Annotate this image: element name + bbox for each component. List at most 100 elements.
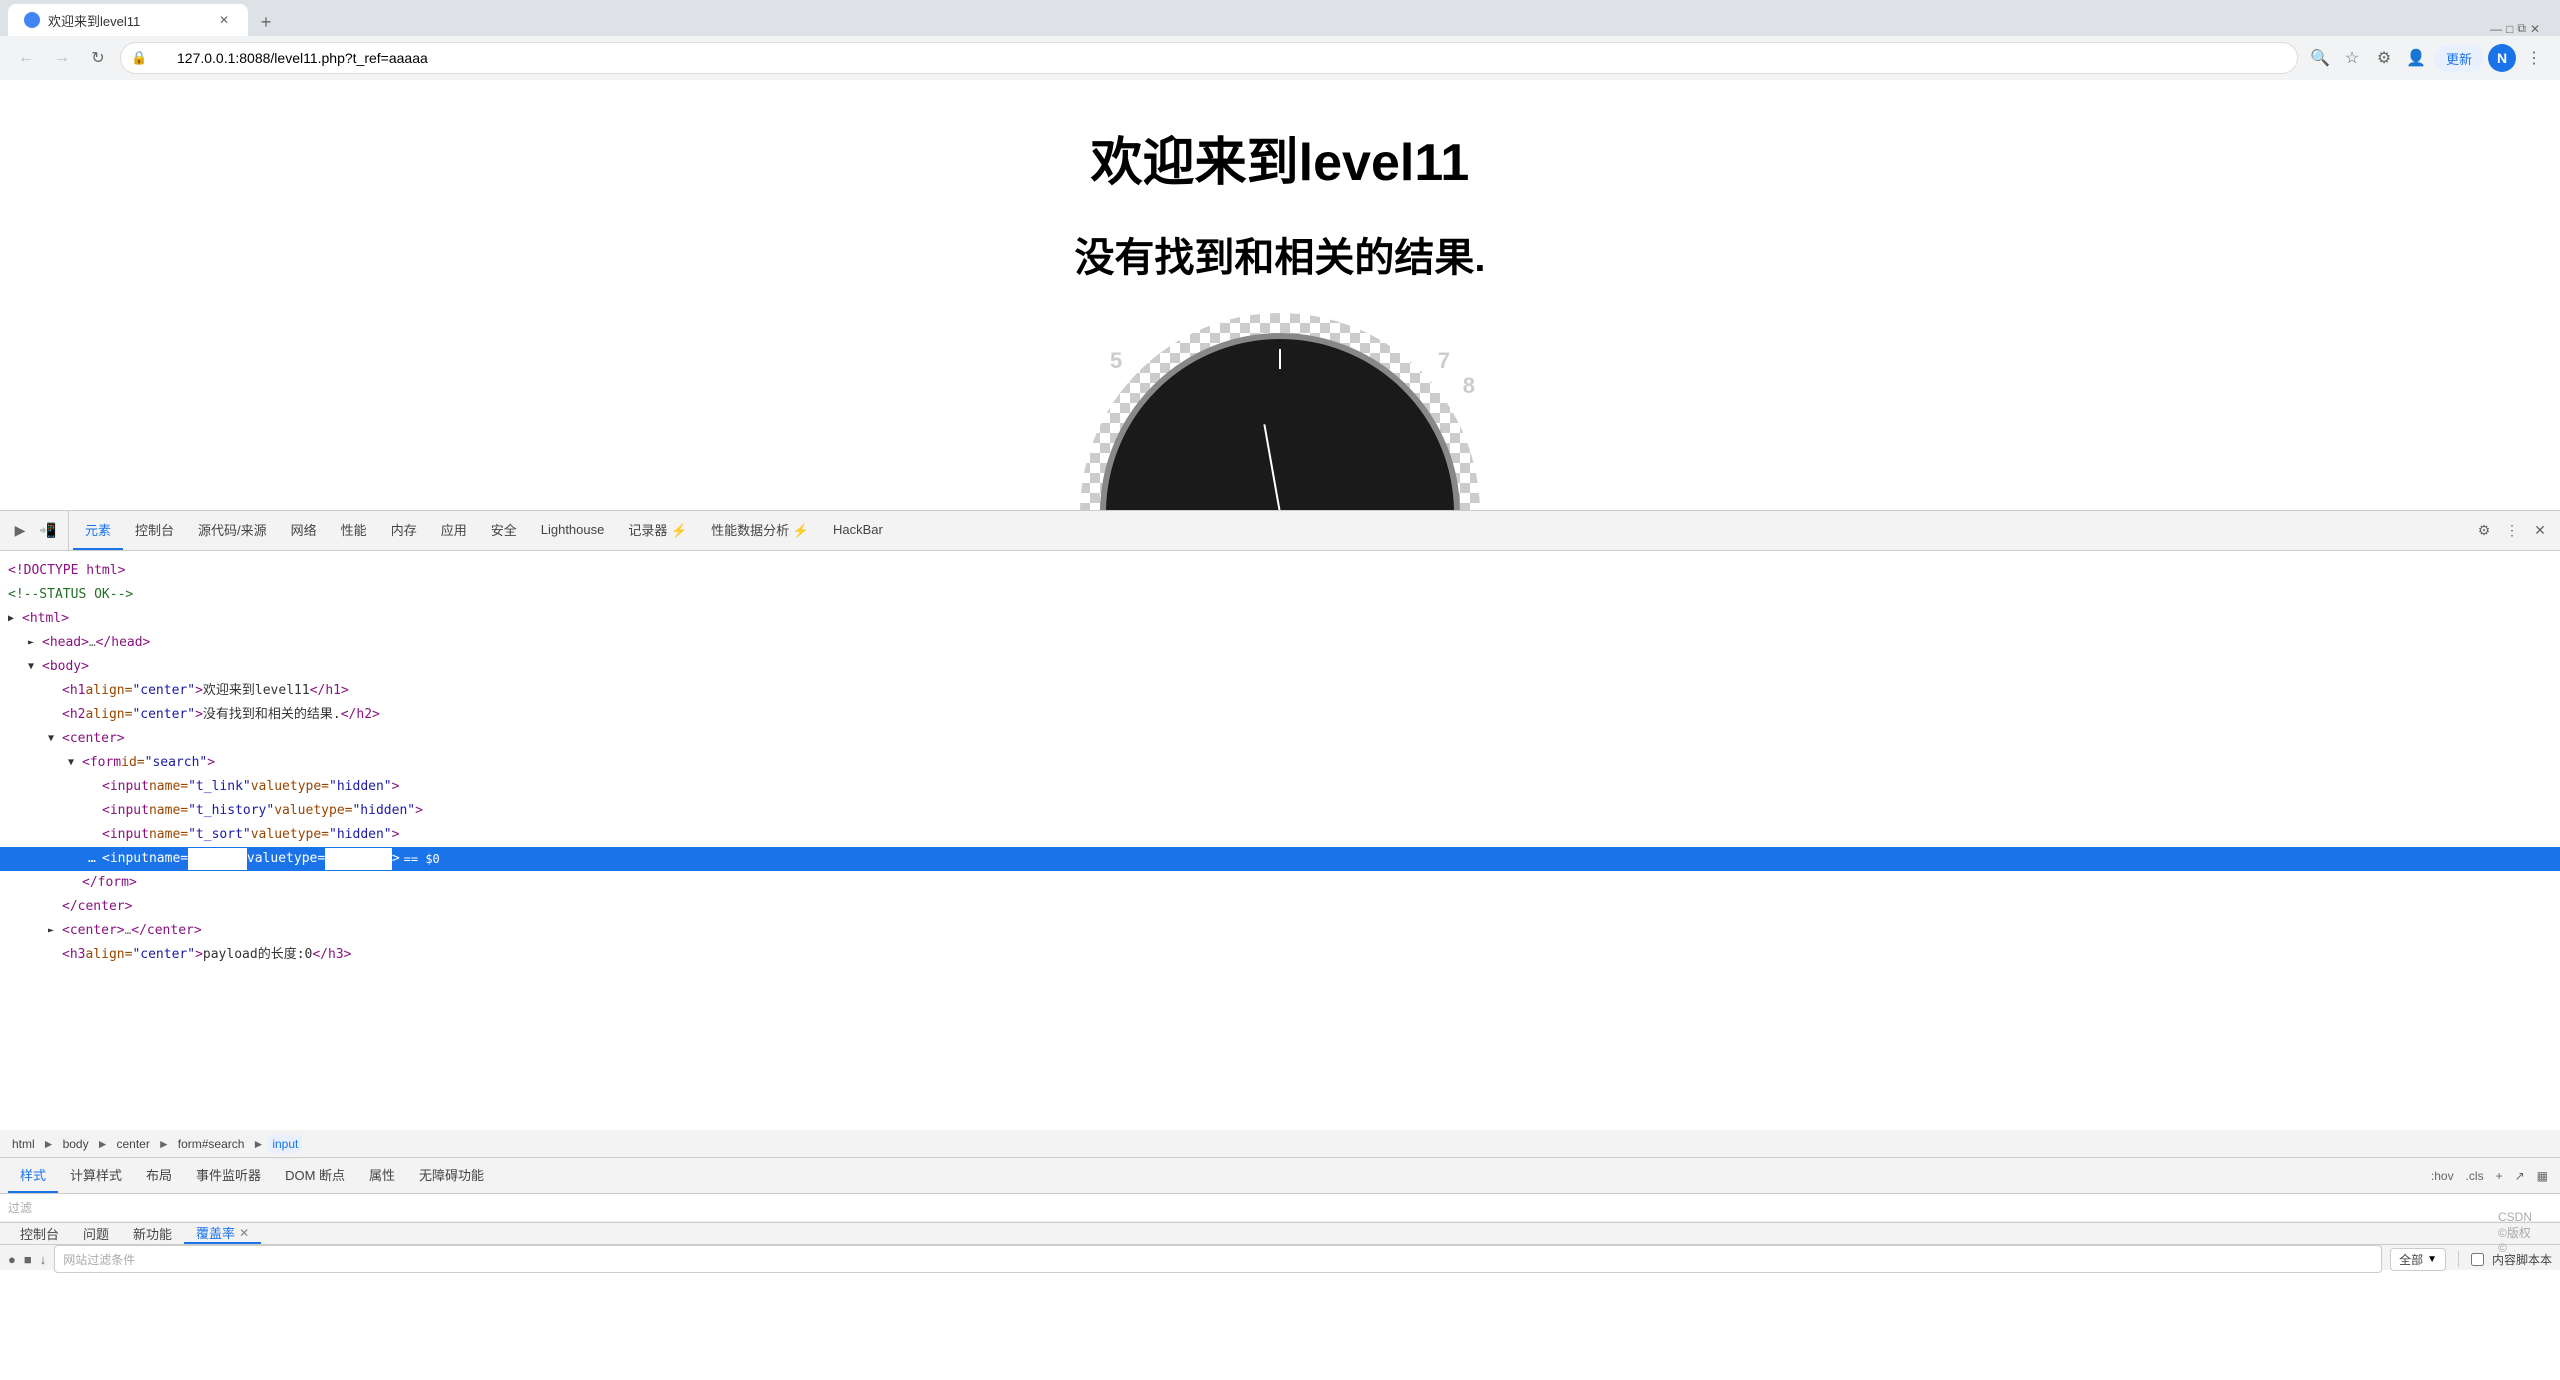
settings-icon[interactable]: ⚙ xyxy=(2472,519,2496,543)
devtools-panel: ▶ 📲 元素 控制台 源代码/来源 网络 性能 内存 应用 安全 Lightho… xyxy=(0,510,2560,1270)
add-style-action[interactable]: + xyxy=(2492,1167,2507,1185)
clock-8: 8 xyxy=(1463,373,1475,399)
filter-input-coverage[interactable]: 网站过滤条件 xyxy=(54,1245,2382,1273)
tab-security[interactable]: 安全 xyxy=(479,511,529,550)
filter-label: 过滤 xyxy=(8,1199,32,1216)
breadcrumb-bar: html ► body ► center ► form#search ► inp… xyxy=(0,1130,2560,1158)
drawer-tab-coverage[interactable]: 覆盖率 ✕ xyxy=(184,1223,261,1244)
drawer-tab-console[interactable]: 控制台 xyxy=(8,1223,71,1244)
filter-dropdown-icon[interactable]: ▼ xyxy=(2427,1254,2437,1265)
tab-memory[interactable]: 内存 xyxy=(379,511,429,550)
forward-button[interactable]: → xyxy=(48,44,76,72)
new-tab-button[interactable]: + xyxy=(252,8,280,36)
dom-h3: <h3 align= "center" > payload的长度:0 </h3> xyxy=(0,943,2560,967)
dom-input-t_history: <input name= "t_history" value type= "hi… xyxy=(0,799,2560,823)
refresh-button[interactable]: ↻ xyxy=(84,44,112,72)
tab-application[interactable]: 应用 xyxy=(429,511,479,550)
menu-icon[interactable]: ⋮ xyxy=(2520,44,2548,72)
back-button[interactable]: ← xyxy=(12,44,40,72)
close-devtools-icon[interactable]: ✕ xyxy=(2528,519,2552,543)
dom-body[interactable]: ▼ <body> xyxy=(0,655,2560,679)
drawer-tab-new-features[interactable]: 新功能 xyxy=(121,1223,184,1244)
dom-input-t_ref[interactable]: … <input name= "t_ref" value type= "hidd… xyxy=(0,847,2560,871)
breadcrumb-html[interactable]: html xyxy=(8,1135,39,1153)
devtools-icons: ▶ 📲 xyxy=(0,511,69,550)
dom-center[interactable]: ▼ <center> xyxy=(0,727,2560,751)
styles-tab-layout[interactable]: 布局 xyxy=(134,1158,184,1193)
tab-close-button[interactable]: ✕ xyxy=(216,12,232,28)
filter-all-text: 全部 xyxy=(2399,1251,2423,1268)
inspect-icon[interactable]: ▶ xyxy=(8,519,32,543)
dom-h1: <h1 align= "center" > 欢迎来到level11 </h1> xyxy=(0,679,2560,703)
hover-action[interactable]: :hov xyxy=(2427,1167,2458,1185)
active-tab[interactable]: 欢迎来到level11 ✕ xyxy=(8,4,248,36)
clock-5: 5 xyxy=(1110,348,1122,374)
tab-hackbar[interactable]: HackBar xyxy=(821,511,895,550)
drawer-tab-issues[interactable]: 问题 xyxy=(71,1223,121,1244)
dom-input-t_link: <input name= "t_link" value type= "hidde… xyxy=(0,775,2560,799)
tab-performance[interactable]: 性能 xyxy=(329,511,379,550)
device-icon[interactable]: 📲 xyxy=(36,519,60,543)
vertical-divider xyxy=(2458,1251,2459,1267)
breadcrumb-body[interactable]: body xyxy=(59,1135,93,1153)
devtools-tabs: 元素 控制台 源代码/来源 网络 性能 内存 应用 安全 Lighthouse … xyxy=(69,511,2464,550)
dom-h2: <h2 align= "center" > 没有找到和相关的结果. </h2> xyxy=(0,703,2560,727)
filter-all-container: 全部 ▼ xyxy=(2390,1248,2446,1271)
profile-button[interactable]: N xyxy=(2488,44,2516,72)
csdn-watermark: CSDN ©版权© xyxy=(2498,1210,2532,1255)
styles-tab-styles[interactable]: 样式 xyxy=(8,1158,58,1193)
bookmark-icon[interactable]: ☆ xyxy=(2338,44,2366,72)
lock-icon: 🔒 xyxy=(131,50,147,66)
dom-doctype: <!DOCTYPE html> xyxy=(0,559,2560,583)
coverage-start-icon[interactable]: ● xyxy=(8,1252,16,1267)
tab-sources[interactable]: 源代码/来源 xyxy=(186,511,279,550)
coverage-stop-icon[interactable]: ■ xyxy=(24,1252,32,1267)
content-script-checkbox[interactable] xyxy=(2471,1253,2484,1266)
coverage-download-icon[interactable]: ↓ xyxy=(40,1252,47,1267)
browser-window: 欢迎来到level11 ✕ + — □ ⧉ ✕ ← → ↻ 🔒 127.0.0.… xyxy=(0,0,2560,1270)
page-subtitle: 没有找到和相关的结果. xyxy=(1074,225,1485,283)
styles-tab-computed[interactable]: 计算样式 xyxy=(58,1158,134,1193)
styles-tab-dom-breakpoints[interactable]: DOM 断点 xyxy=(273,1158,357,1193)
new-window-action[interactable]: ↗ xyxy=(2511,1167,2529,1185)
devtools-tab-right: ⚙ ⋮ ✕ xyxy=(2464,519,2560,543)
tab-elements[interactable]: 元素 xyxy=(73,511,123,550)
breadcrumb-center[interactable]: center xyxy=(112,1135,153,1153)
search-icon[interactable]: 🔍 xyxy=(2306,44,2334,72)
address-input[interactable]: 🔒 127.0.0.1:8088/level11.php?t_ref=aaaaa xyxy=(120,42,2298,74)
breadcrumb-form[interactable]: form#search xyxy=(174,1135,249,1153)
filter-placeholder: 网站过滤条件 xyxy=(63,1251,135,1268)
tab-console[interactable]: 控制台 xyxy=(123,511,186,550)
drawer-tabs: 控制台 问题 新功能 覆盖率 ✕ xyxy=(0,1223,2560,1245)
filter-bar: 过滤 xyxy=(0,1194,2560,1222)
tab-recorder[interactable]: 记录器 ⚡ xyxy=(616,511,699,550)
breadcrumb-input[interactable]: input xyxy=(268,1135,302,1153)
window-close[interactable]: ✕ xyxy=(2530,22,2540,36)
cls-action[interactable]: .cls xyxy=(2462,1167,2488,1185)
dom-center2[interactable]: ► <center> … </center> xyxy=(0,919,2560,943)
copy-action[interactable]: ▦ xyxy=(2533,1167,2552,1185)
page-content: 欢迎来到level11 没有找到和相关的结果. 5 7 8 xyxy=(0,80,2560,510)
dom-html-open[interactable]: ▶ <html> xyxy=(0,607,2560,631)
drawer-content: ● ■ ↓ 网站过滤条件 全部 ▼ 内容脚本本 CSDN ©版权© xyxy=(0,1245,2560,1273)
window-maximize[interactable]: □ xyxy=(2506,22,2513,36)
styles-tab-accessibility[interactable]: 无障碍功能 xyxy=(407,1158,496,1193)
tab-network[interactable]: 网络 xyxy=(279,511,329,550)
more-icon[interactable]: ⋮ xyxy=(2500,519,2524,543)
dom-input-t_sort: <input name= "t_sort" value type= "hidde… xyxy=(0,823,2560,847)
tab-perf-insights[interactable]: 性能数据分析 ⚡ xyxy=(699,511,821,550)
drawer-tab-coverage-close[interactable]: ✕ xyxy=(239,1226,249,1240)
page-title: 欢迎来到level11 xyxy=(1091,120,1470,195)
window-restore[interactable]: ⧉ xyxy=(2517,21,2526,36)
window-minimize[interactable]: — xyxy=(2490,22,2502,36)
dom-center-close: </center> xyxy=(0,895,2560,919)
account-icon[interactable]: 👤 xyxy=(2402,44,2430,72)
update-button[interactable]: 更新 xyxy=(2434,45,2484,72)
tab-lighthouse[interactable]: Lighthouse xyxy=(529,511,617,550)
styles-tab-events[interactable]: 事件监听器 xyxy=(184,1158,273,1193)
styles-tab-properties[interactable]: 属性 xyxy=(357,1158,407,1193)
styles-actions: :hov .cls + ↗ ▦ xyxy=(2427,1167,2552,1185)
extensions-icon[interactable]: ⚙ xyxy=(2370,44,2398,72)
dom-form[interactable]: ▼ <form id= "search" > xyxy=(0,751,2560,775)
dom-head[interactable]: ► <head> … </head> xyxy=(0,631,2560,655)
